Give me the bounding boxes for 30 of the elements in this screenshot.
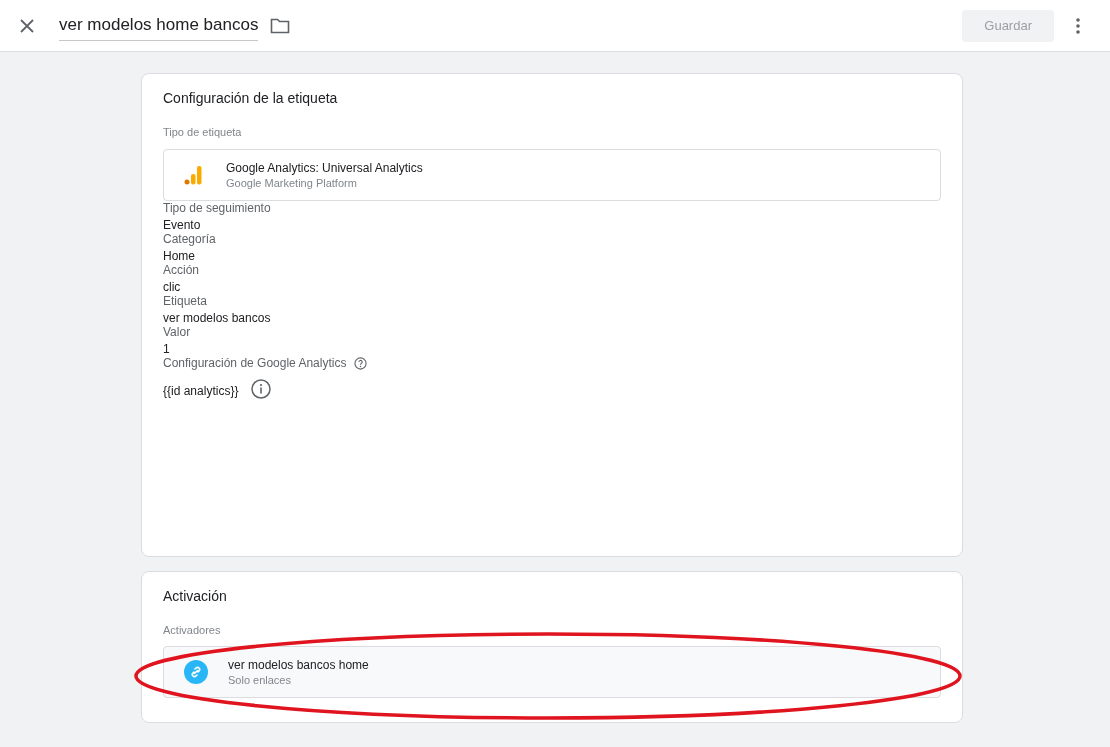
trigger-item[interactable]: ver modelos bancos home Solo enlaces: [163, 646, 941, 698]
trigger-name: ver modelos bancos home: [228, 658, 369, 672]
link-icon: [184, 660, 208, 684]
field-value: {{id analytics}}: [163, 383, 239, 398]
field-label: Acción: [163, 263, 201, 277]
field-label: Tipo de etiqueta: [163, 126, 243, 138]
field-label: Categoría: [163, 232, 217, 246]
field-value: clic: [163, 280, 182, 294]
more-options-icon[interactable]: [1076, 17, 1080, 34]
field-value: Evento: [163, 218, 202, 232]
bar-chart-icon: [184, 165, 202, 185]
close-icon[interactable]: [20, 18, 34, 33]
info-icon[interactable]: [251, 379, 272, 399]
field-label: Activadores: [163, 624, 222, 636]
field-label: Configuración de Google Analytics: [163, 356, 347, 370]
tag-name-field[interactable]: ver modelos home bancos: [59, 10, 259, 41]
tag-type-vendor: Google Marketing Platform: [226, 177, 358, 189]
folder-icon[interactable]: [270, 17, 291, 34]
card-title: Activación: [163, 588, 228, 604]
tag-type-panel[interactable]: Google Analytics: Universal Analytics Google Marketing Platform: [163, 149, 941, 201]
help-icon[interactable]: [354, 356, 368, 370]
field-label: Tipo de seguimiento: [163, 201, 272, 215]
trigger-type: Solo enlaces: [228, 674, 292, 686]
tag-type-name: Google Analytics: Universal Analytics: [226, 161, 423, 175]
card-title: Configuración de la etiqueta: [163, 90, 339, 106]
field-value: 1: [163, 342, 171, 356]
field-label: Etiqueta: [163, 294, 209, 308]
field-label: Valor: [163, 325, 192, 339]
field-value: Home: [163, 249, 196, 263]
field-value: ver modelos bancos: [163, 311, 272, 325]
